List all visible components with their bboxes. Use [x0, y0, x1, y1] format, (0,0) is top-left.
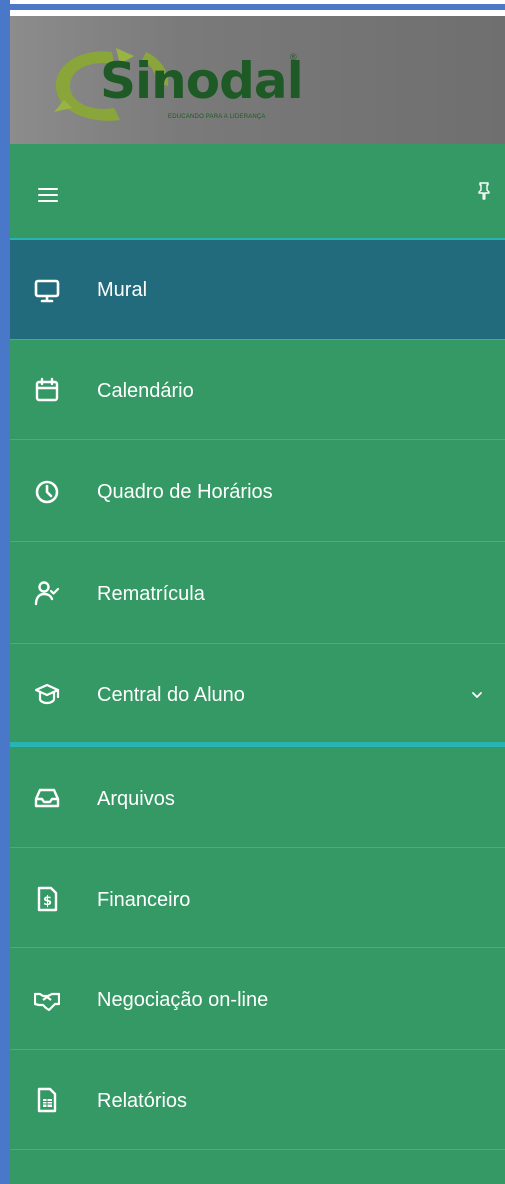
pin-icon[interactable] — [478, 182, 490, 200]
hamburger-icon[interactable] — [38, 188, 58, 203]
brand-registered-mark: ® — [290, 52, 297, 62]
sidebar-item-label: Calendário — [97, 380, 194, 402]
sidebar-item-label: Mural — [97, 279, 148, 301]
sidebar-item-label: Quadro de Horários — [97, 481, 273, 503]
sidebar-item-label: Financeiro — [97, 889, 191, 911]
user-check-icon — [34, 581, 60, 606]
report-icon — [37, 1087, 57, 1113]
window-left-border — [0, 0, 10, 1184]
brand-logo[interactable]: Sinodal ® EDUCANDO PARA A LIDERANÇA — [50, 42, 310, 128]
sidebar-item-calendario[interactable]: Calendário — [10, 340, 505, 440]
monitor-icon — [34, 279, 60, 303]
clock-icon — [35, 480, 59, 504]
sidebar-item-label: Negociação on-line — [97, 989, 269, 1011]
brand-tagline: EDUCANDO PARA A LIDERANÇA — [168, 114, 266, 120]
svg-text:$: $ — [43, 894, 52, 909]
chevron-down-icon[interactable] — [470, 688, 484, 702]
inbox-icon — [34, 788, 60, 808]
menu-header — [10, 144, 505, 240]
sidebar-item-central-do-aluno[interactable]: Central do Aluno — [10, 644, 505, 742]
sidebar-item-label: Central do Aluno — [97, 684, 245, 706]
sidebar-item-financeiro[interactable]: $ Financeiro — [10, 848, 505, 948]
window-top-border — [0, 4, 505, 10]
sidebar-item-label: Relatórios — [97, 1090, 188, 1112]
sidebar-item-negociacao-online[interactable]: Negociação on-line — [10, 948, 505, 1050]
sidebar-item-label: Arquivos — [97, 788, 175, 810]
sidebar-item-mural[interactable]: Mural — [10, 240, 505, 340]
brand-name: Sinodal — [100, 52, 304, 110]
sidebar-item-label: Rematrícula — [97, 583, 205, 605]
sidebar-item-relatorios[interactable]: Relatórios — [10, 1050, 505, 1150]
sidebar-item-quadro-de-horarios[interactable]: Quadro de Horários — [10, 440, 505, 542]
sidebar-item-rematricula[interactable]: Rematrícula — [10, 542, 505, 644]
sidebar-menu: Mural Calendário Quadro de Horários Rema… — [10, 144, 505, 1184]
sidebar-item-arquivos[interactable]: Arquivos — [10, 747, 505, 848]
dollar-document-icon: $ — [37, 886, 58, 912]
graduation-cap-icon — [34, 683, 60, 705]
calendar-icon — [35, 377, 59, 402]
handshake-icon — [34, 992, 60, 1012]
window-top-edge — [0, 0, 505, 12]
logo-bar: Sinodal ® EDUCANDO PARA A LIDERANÇA — [10, 16, 505, 144]
